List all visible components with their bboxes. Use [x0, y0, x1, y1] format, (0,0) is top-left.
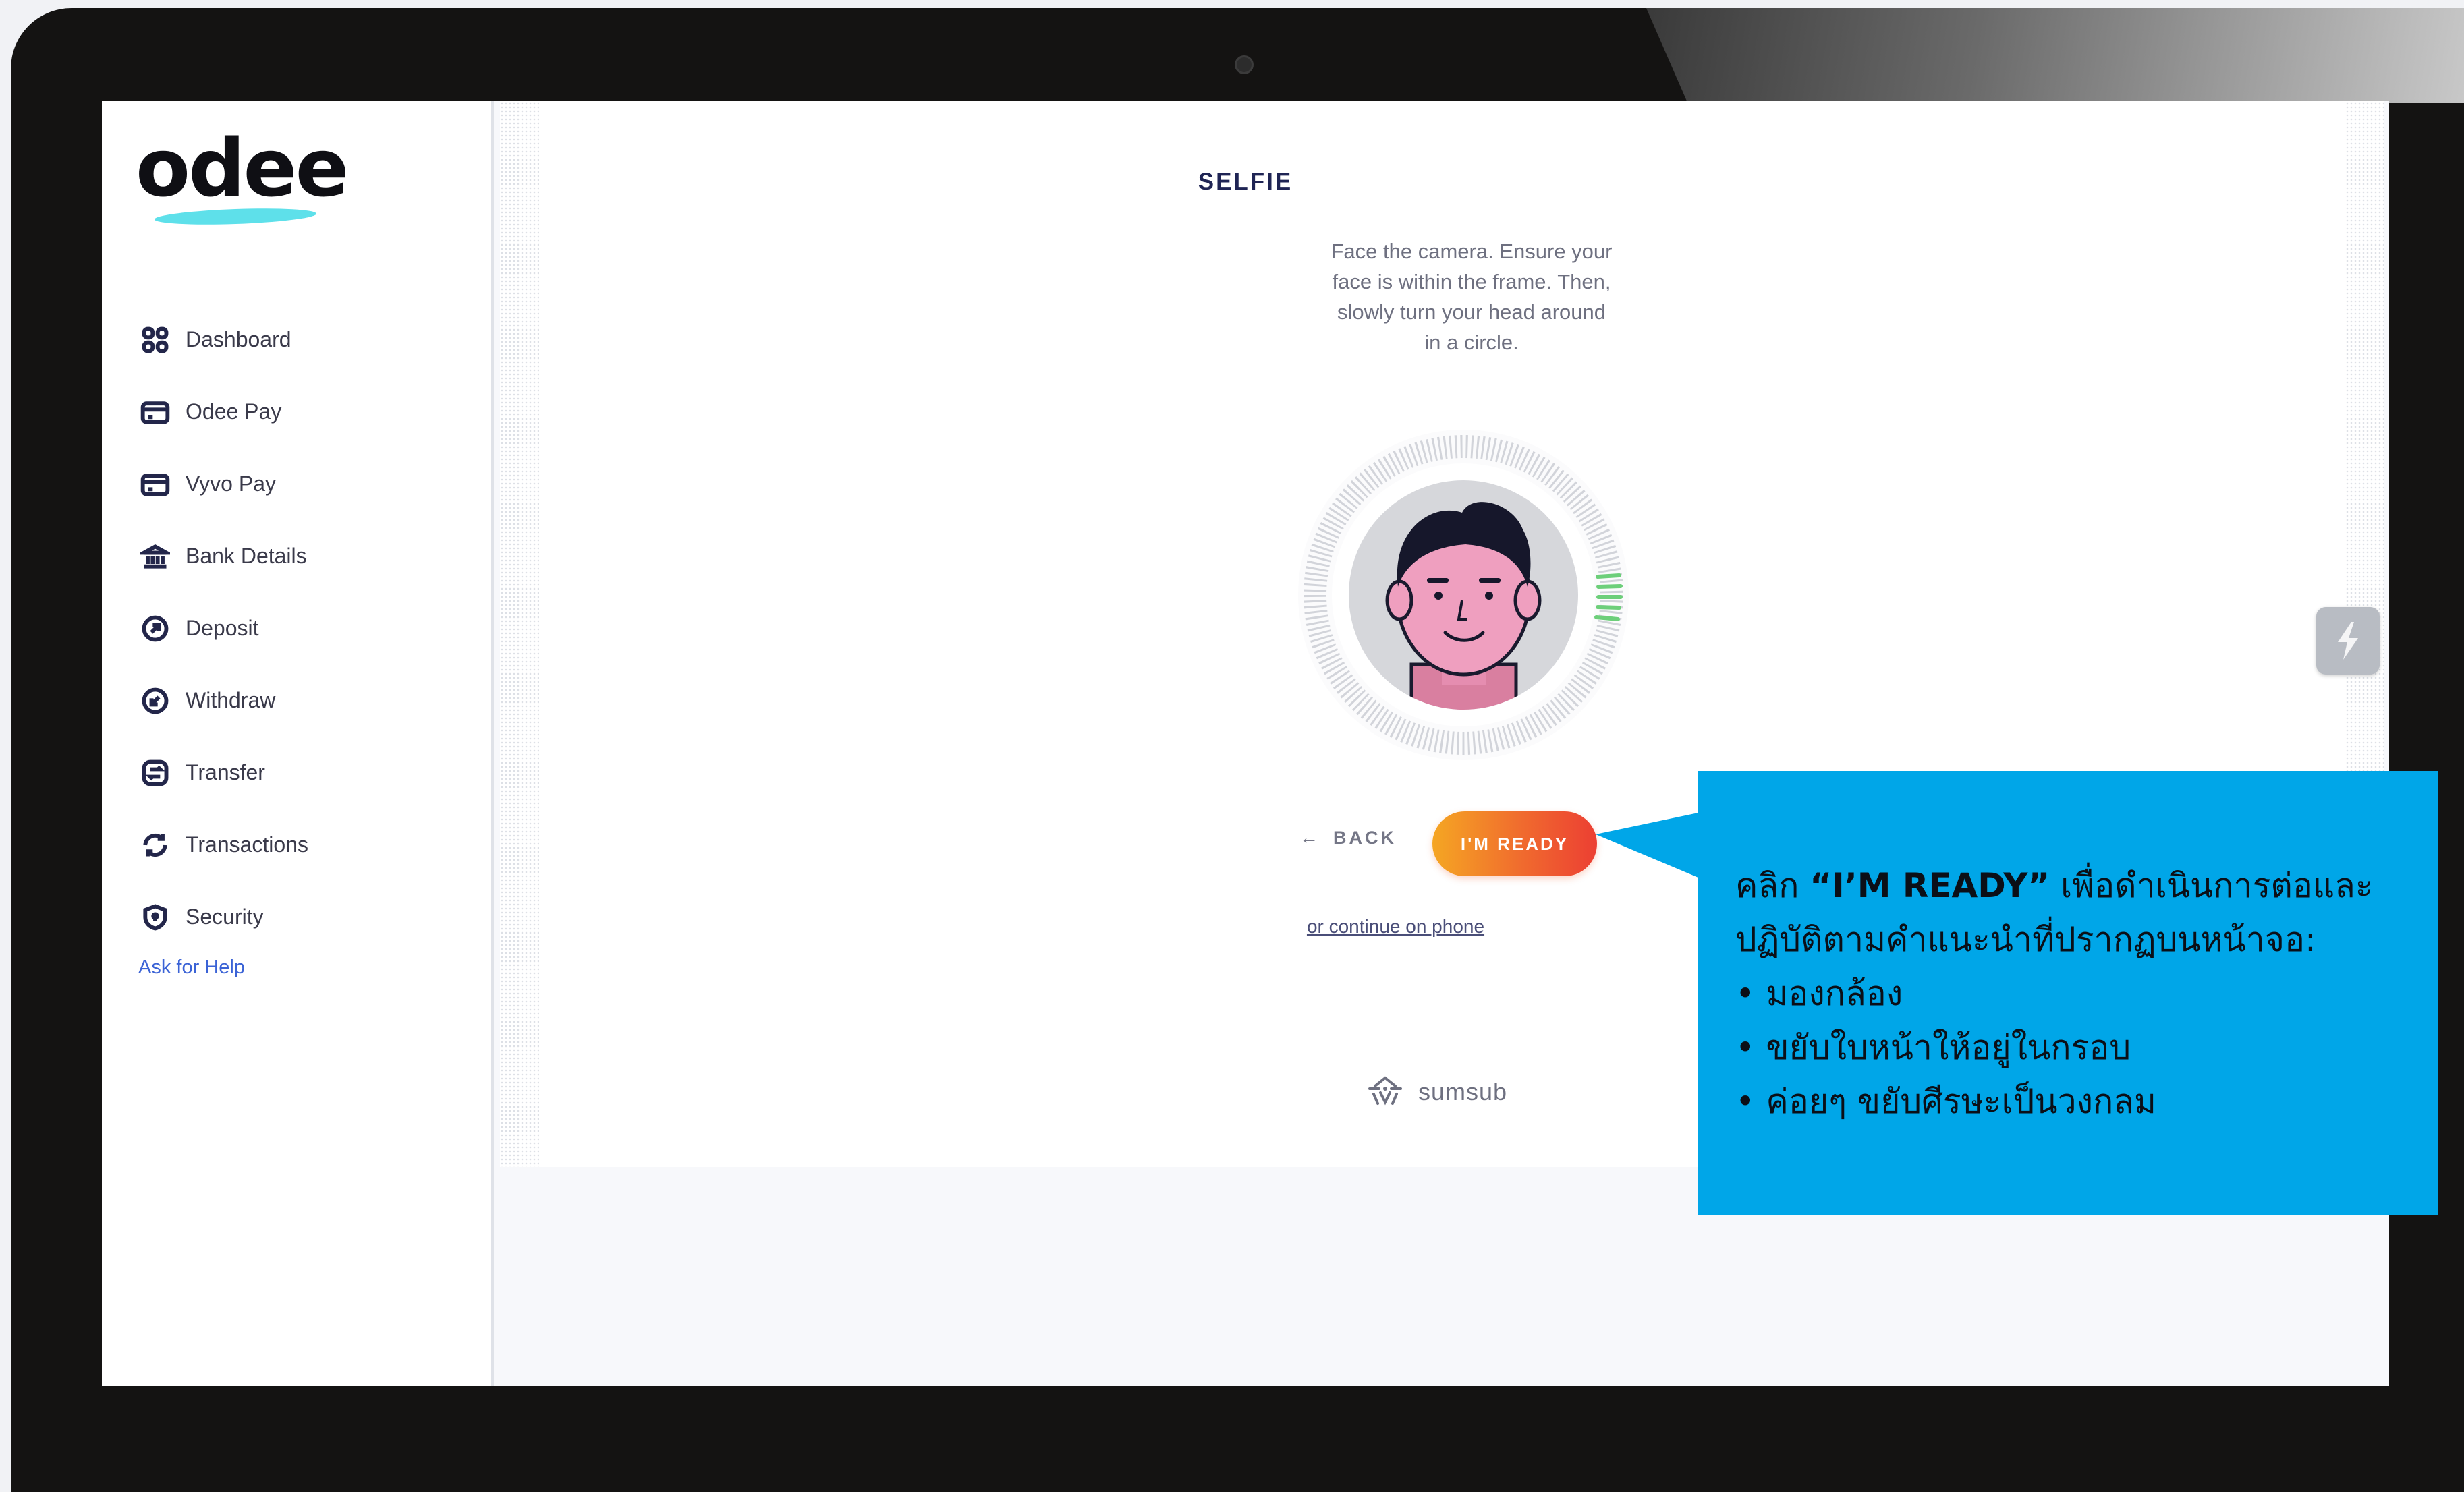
bezel-glare	[1646, 8, 2464, 103]
bank-icon	[140, 541, 171, 572]
sidebar: odee Dashboard Odee Pay Vyvo Pay Bank De…	[102, 101, 494, 1386]
instruction-callout: คลิก “I’M READY” เพื่อดำเนินการต่อและปฏิ…	[1698, 771, 2438, 1215]
callout-bullet: ค่อยๆ ขยับศีรษะเป็นวงกลม	[1735, 1074, 2417, 1128]
im-ready-button[interactable]: I'M READY	[1432, 811, 1597, 876]
sidebar-item-transactions[interactable]: Transactions	[140, 809, 308, 881]
dotted-pattern-left	[500, 101, 539, 1167]
sidebar-item-label: Transactions	[186, 832, 308, 857]
sumsub-branding: sumsub	[1360, 1074, 1507, 1110]
page-title: SELFIE	[1198, 169, 1293, 195]
sidebar-item-label: Odee Pay	[186, 399, 282, 424]
sidebar-item-label: Withdraw	[186, 688, 276, 712]
bolt-icon	[2338, 622, 2358, 660]
sidebar-item-bank-details[interactable]: Bank Details	[140, 520, 308, 592]
back-button[interactable]: ← BACK	[1299, 827, 1397, 849]
callout-bullet: มองกล้อง	[1735, 967, 2417, 1021]
logo[interactable]: odee	[136, 128, 349, 208]
callout-pointer	[1596, 813, 1698, 878]
callout-prefix: คลิก	[1735, 866, 1810, 905]
webcam-icon	[1235, 55, 1254, 74]
sidebar-item-withdraw[interactable]: Withdraw	[140, 664, 308, 737]
callout-bullets: มองกล้อง ขยับใบหน้าให้อยู่ในกรอบ ค่อยๆ ข…	[1735, 967, 2417, 1128]
card-icon	[140, 397, 171, 428]
transfer-icon	[140, 757, 171, 788]
sidebar-item-label: Deposit	[186, 616, 259, 640]
sidebar-item-dashboard[interactable]: Dashboard	[140, 304, 308, 376]
arrow-left-icon: ←	[1299, 827, 1321, 848]
sumsub-logo-icon	[1368, 1076, 1402, 1106]
callout-intro: คลิก “I’M READY” เพื่อดำเนินการต่อและปฏิ…	[1735, 859, 2417, 967]
callout-bullet: ขยับใบหน้าให้อยู่ในกรอบ	[1735, 1021, 2417, 1074]
selfie-instructions: Face the camera. Ensure your face is wit…	[1331, 239, 1613, 354]
sidebar-item-transfer[interactable]: Transfer	[140, 737, 308, 809]
card-icon	[140, 469, 171, 500]
sidebar-nav: Dashboard Odee Pay Vyvo Pay Bank Details	[140, 304, 308, 953]
sidebar-item-label: Dashboard	[186, 327, 291, 351]
callout-emphasis: “I’M READY”	[1810, 866, 2050, 905]
arrow-down-circle-icon	[140, 685, 171, 716]
sidebar-item-label: Bank Details	[186, 544, 307, 568]
sidebar-item-deposit[interactable]: Deposit	[140, 592, 308, 664]
sumsub-brand: sumsub	[1418, 1078, 1508, 1106]
ask-for-help-link[interactable]: Ask for Help	[138, 956, 245, 979]
back-label: BACK	[1333, 827, 1397, 848]
sidebar-item-label: Transfer	[186, 760, 265, 784]
sidebar-item-odee-pay[interactable]: Odee Pay	[140, 376, 308, 448]
sidebar-item-vyvo-pay[interactable]: Vyvo Pay	[140, 448, 308, 520]
arrow-up-circle-icon	[140, 613, 171, 644]
sidebar-item-label: Vyvo Pay	[186, 471, 276, 496]
side-widget-button[interactable]	[2316, 607, 2380, 675]
dashboard-grid-icon	[140, 324, 171, 355]
refresh-icon	[140, 830, 171, 861]
selfie-face-frame	[1297, 428, 1631, 762]
